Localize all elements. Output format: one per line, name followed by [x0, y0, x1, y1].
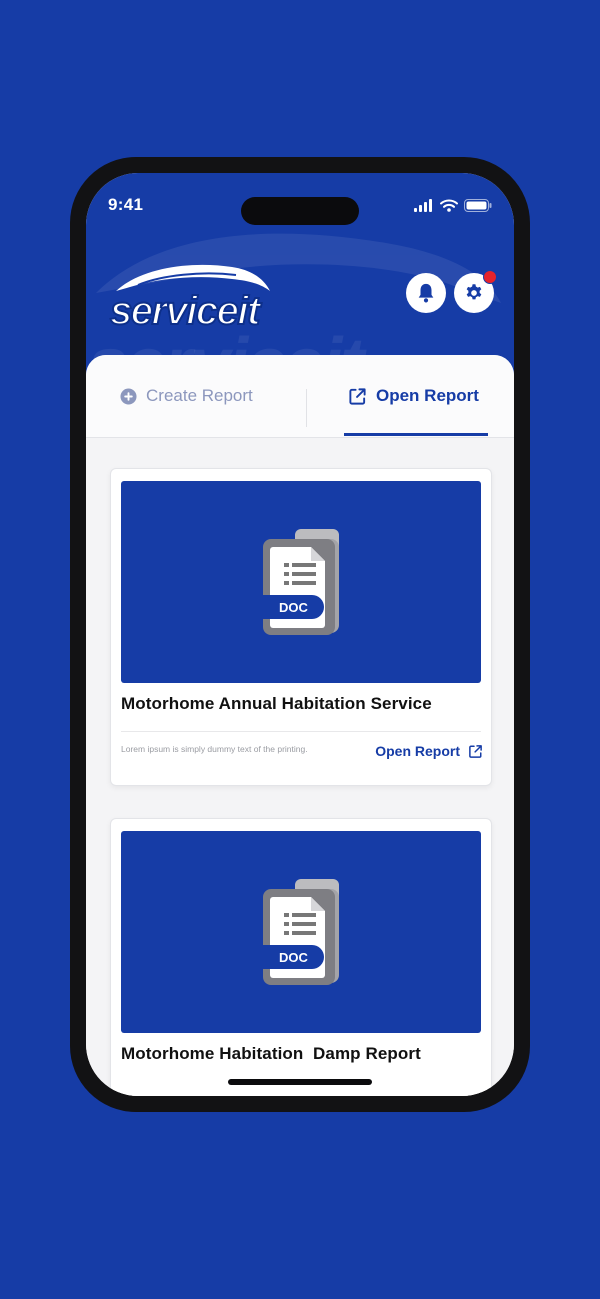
open-report-link-label: Open Report — [375, 743, 460, 759]
report-tabs: Create Report Open Report — [86, 355, 514, 438]
battery-icon — [464, 199, 492, 212]
report-title: Motorhome Habitation Damp Report — [121, 1044, 421, 1063]
bell-icon — [418, 283, 434, 303]
external-link-icon — [469, 744, 482, 758]
home-indicator — [228, 1079, 372, 1085]
dynamic-island — [241, 197, 359, 225]
gear-icon — [466, 284, 482, 300]
active-tab-indicator — [344, 433, 488, 436]
signal-icon — [414, 199, 432, 212]
open-report-link[interactable]: Open Report — [375, 743, 483, 759]
report-card[interactable]: DOC Motorhome Habitation Damp Report — [110, 818, 492, 1096]
phone-frame: serviceit 9:41 — [70, 157, 530, 1112]
report-description: Lorem ipsum is simply dummy text of the … — [121, 744, 308, 754]
wifi-icon — [440, 199, 458, 212]
report-card[interactable]: DOC Motorhome Annual Habitation Service … — [110, 468, 492, 786]
notification-dot — [483, 270, 497, 284]
notifications-button[interactable] — [406, 273, 446, 313]
tab-open-report-label: Open Report — [376, 386, 479, 405]
report-thumbnail: DOC — [121, 831, 481, 1033]
logo-wordmark: serviceit — [109, 288, 261, 334]
doc-file-icon — [248, 879, 339, 985]
status-icons — [414, 199, 492, 212]
doc-label: DOC — [279, 600, 308, 615]
content-sheet: Create Report Open Report DOC Motorhome … — [86, 355, 514, 1096]
report-thumbnail: DOC — [121, 481, 481, 683]
tab-create-report-label: Create Report — [146, 386, 253, 405]
doc-file-icon — [248, 529, 339, 635]
report-title: Motorhome Annual Habitation Service — [121, 694, 432, 713]
card-divider — [121, 731, 481, 732]
tab-create-report[interactable]: Create Report — [120, 355, 253, 437]
tab-divider — [306, 389, 307, 427]
doc-label: DOC — [279, 950, 308, 965]
app-screen: serviceit 9:41 — [86, 173, 514, 1096]
plus-circle-icon — [120, 387, 137, 405]
serviceit-logo: serviceit — [108, 261, 278, 334]
status-time: 9:41 — [108, 195, 144, 214]
tab-open-report[interactable]: Open Report — [348, 355, 479, 437]
settings-button[interactable] — [454, 270, 497, 313]
external-link-icon — [349, 387, 366, 405]
